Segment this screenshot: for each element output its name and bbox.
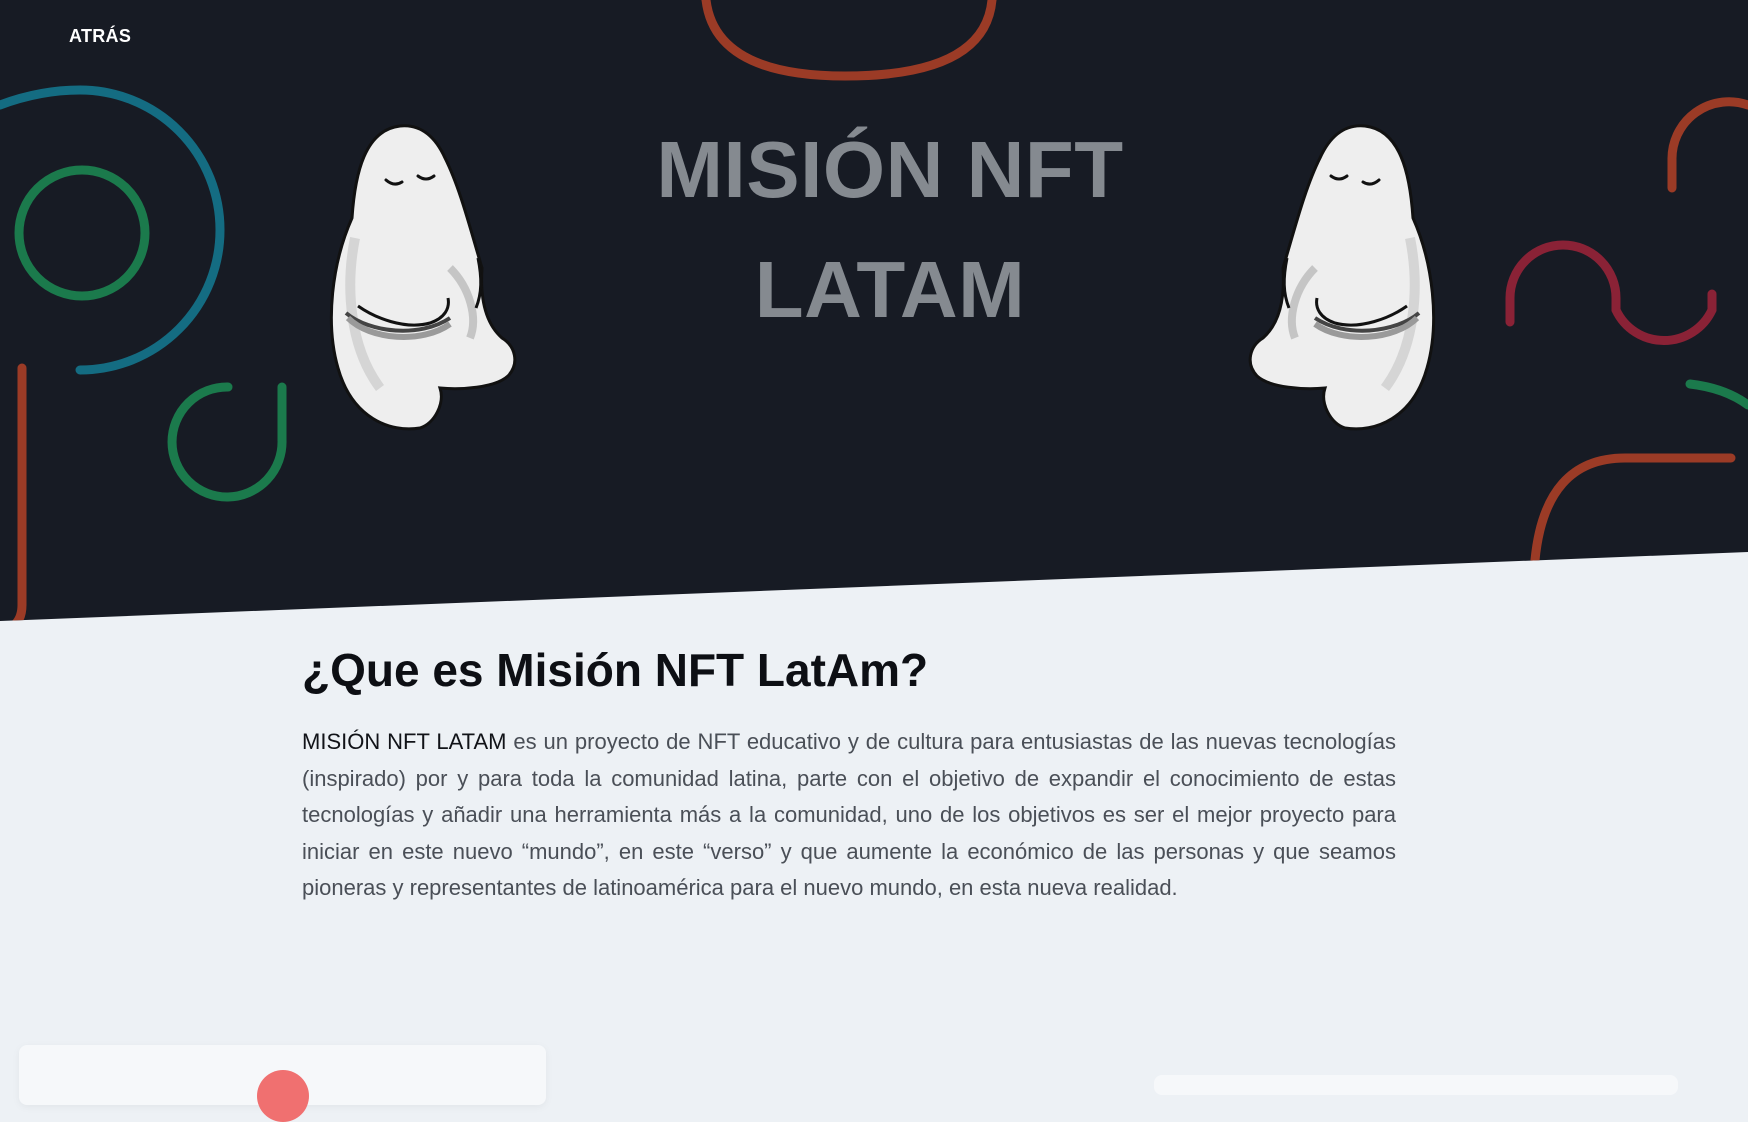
about-paragraph: MISIÓN NFT LATAM es un proyecto de NFT e…: [302, 724, 1396, 907]
about-body: es un proyecto de NFT educativo y de cul…: [302, 729, 1396, 900]
arc-teal-left: [0, 85, 225, 375]
about-heading: ¿Que es Misión NFT LatAm?: [302, 644, 929, 696]
card-right: [1154, 1075, 1678, 1095]
hero-title: MISIÓN NFT LATAM: [656, 125, 1124, 334]
card-avatar: [257, 1070, 309, 1122]
about-section: ¿Que es Misión NFT LatAm? MISIÓN NFT LAT…: [302, 640, 1396, 907]
ring-green-left: [14, 165, 150, 301]
line-rust-left: [0, 363, 27, 621]
about-lead: MISIÓN NFT LATAM: [302, 729, 507, 754]
back-link[interactable]: ATRÁS: [69, 26, 131, 47]
ghost-mascot-icon: [329, 124, 517, 431]
arc-rust-right-bottom: [1530, 453, 1736, 565]
ghost-mascot-icon: [1248, 124, 1436, 431]
hero-section: ATRÁS MISIÓN NFT LATAM: [0, 0, 1748, 621]
wave-crimson-right: [1505, 240, 1717, 346]
card-left: [19, 1045, 546, 1122]
arc-green-right: [1685, 379, 1748, 410]
arc-rust-top: [701, 0, 997, 81]
arc-rust-right-top: [1667, 97, 1748, 193]
u-green-left: [167, 382, 287, 502]
